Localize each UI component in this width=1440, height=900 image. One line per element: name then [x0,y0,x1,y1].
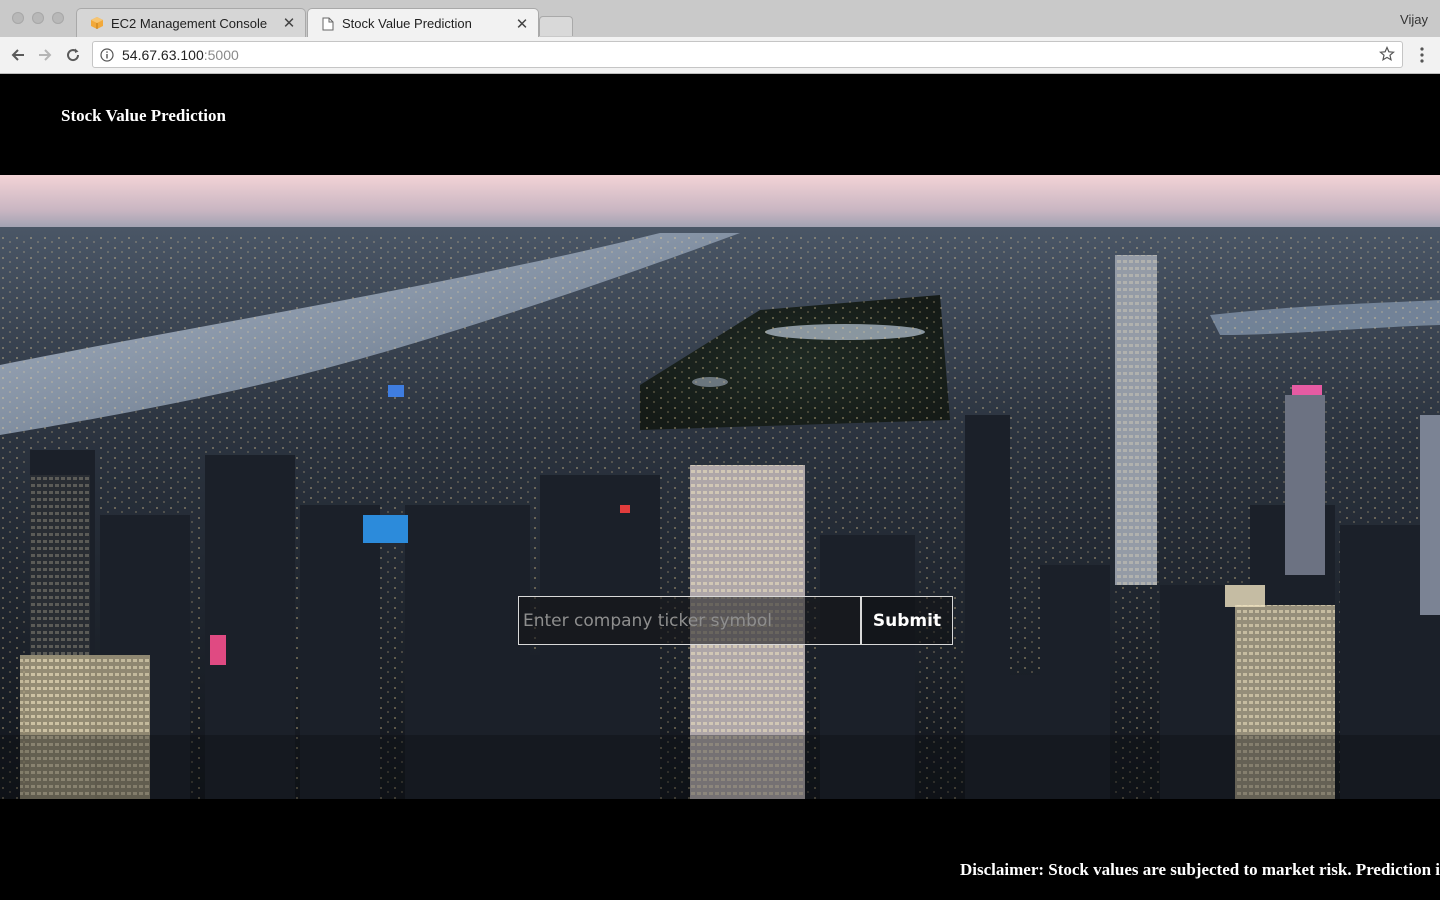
profile-name[interactable]: Vijay [1400,12,1428,27]
aws-cube-icon [89,15,105,31]
city-skyline-image [0,175,1440,799]
site-footer: Disclaimer: Stock values are subjected t… [0,799,1440,900]
info-icon[interactable] [100,47,114,62]
submit-button[interactable]: Submit [861,596,953,645]
document-icon [320,16,336,32]
ticker-search-form: Submit [518,596,953,645]
tab-ec2-management-console[interactable]: EC2 Management Console ✕ [76,8,306,37]
close-tab-icon[interactable]: ✕ [514,15,530,33]
bookmark-star-icon[interactable] [1379,46,1395,62]
browser-tab-strip: EC2 Management Console ✕ Stock Value Pre… [0,0,1440,38]
site-title[interactable]: Stock Value Prediction [61,106,226,126]
close-tab-icon[interactable]: ✕ [281,14,297,32]
reload-icon[interactable] [63,45,83,65]
forward-arrow-icon[interactable] [35,45,55,65]
new-tab-button[interactable] [539,16,573,36]
kebab-menu-icon[interactable] [1414,46,1430,64]
site-header: Stock Value Prediction [0,74,1440,175]
window-maximize-button[interactable] [52,12,64,24]
disclaimer-text: Disclaimer: Stock values are subjected t… [960,860,1440,879]
tab-stock-value-prediction[interactable]: Stock Value Prediction ✕ [307,8,539,38]
tab-title: EC2 Management Console [111,15,268,31]
browser-toolbar: 54.67.63.100:5000 [0,37,1440,74]
back-arrow-icon[interactable] [8,45,28,65]
ticker-symbol-input[interactable] [518,596,861,645]
window-close-button[interactable] [12,12,24,24]
tab-title: Stock Value Prediction [342,16,472,31]
address-bar[interactable]: 54.67.63.100:5000 [92,41,1403,68]
url-host: 54.67.63.100 [122,46,204,63]
window-minimize-button[interactable] [32,12,44,24]
url-port: :5000 [203,46,239,63]
hero-city-background: Submit [0,175,1440,799]
